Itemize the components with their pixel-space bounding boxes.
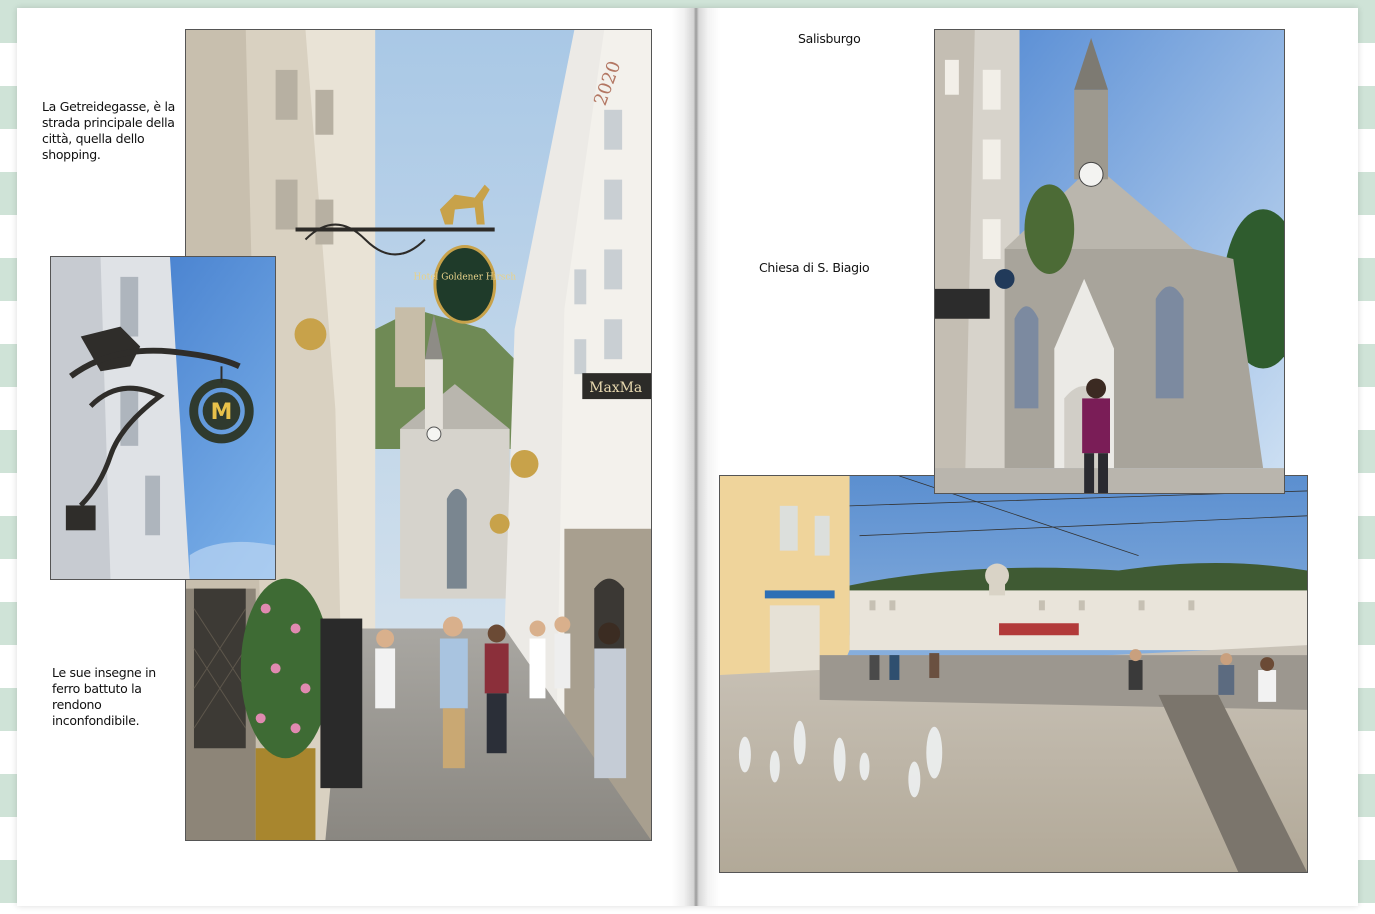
caption-insegne: Le sue insegne in ferro battuto la rendo…: [52, 665, 156, 728]
page-title-salisburgo: Salisburgo: [798, 31, 861, 46]
sign-hotel-text: Hotel Goldener Hirsch: [413, 272, 516, 282]
photo-square-fountains: [719, 475, 1308, 873]
photo-wrought-iron-sign: M: [50, 256, 276, 580]
caption-chiesa: Chiesa di S. Biagio: [759, 260, 870, 275]
caption-getreidegasse: La Getreidegasse, è la strada principale…: [42, 99, 175, 162]
sign-shop-text: MaxMa: [589, 380, 642, 396]
photo-church-st-blasius: [934, 29, 1285, 494]
book-spine: [672, 8, 720, 906]
sign-logo-text: M: [211, 400, 233, 425]
photo-book-spread: La Getreidegasse, è la strada principale…: [17, 8, 1358, 906]
